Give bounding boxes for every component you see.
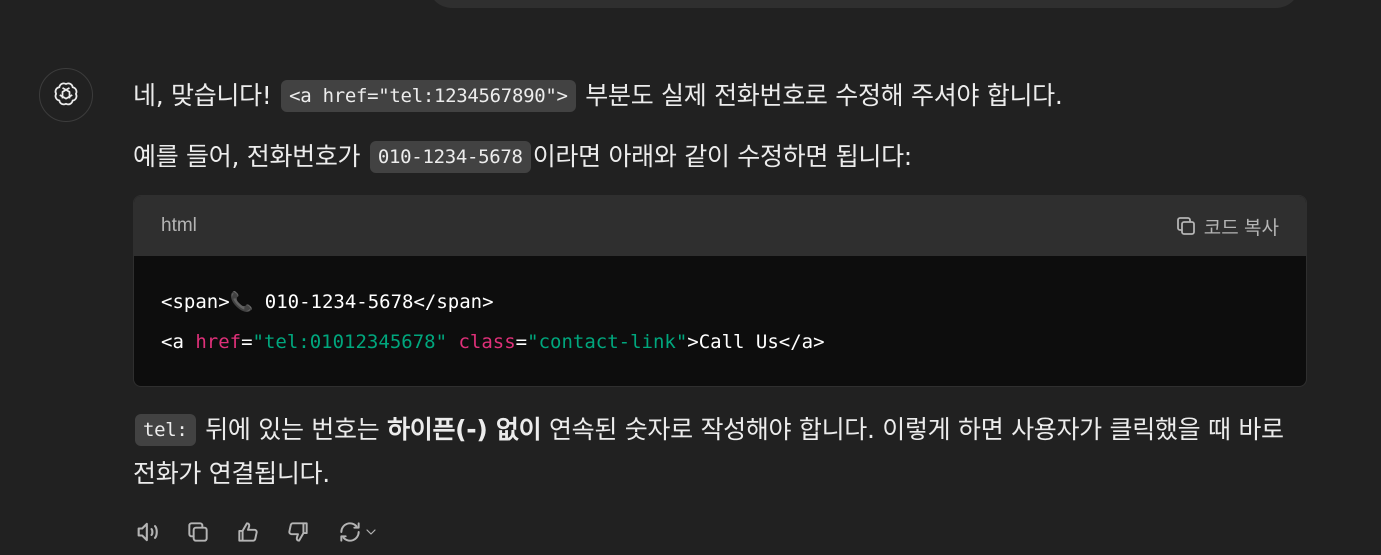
copy-code-button[interactable]: 코드 복사 xyxy=(1174,213,1279,240)
thumbs-up-icon xyxy=(238,522,258,542)
p1-prefix: 네, 맞습니다! xyxy=(133,81,280,110)
code-block-header: html 코드 복사 xyxy=(134,196,1306,256)
code-block: html 코드 복사 <span>📞 010-1234-5678</span> <… xyxy=(133,195,1307,387)
code-language-label: html xyxy=(161,215,197,236)
telephone-emoji: 📞 xyxy=(229,291,254,313)
copy-icon xyxy=(188,522,208,542)
chat-input-remnant xyxy=(428,0,1300,8)
inline-code-anchor: <a href="tel:1234567890"> xyxy=(281,80,576,112)
message-paragraph-3: tel: 뒤에 있는 번호는 하이픈(-) 없이 연속된 숫자로 작성해야 합니… xyxy=(133,408,1313,496)
inline-code-tel: tel: xyxy=(135,414,196,446)
openai-logo-icon xyxy=(54,82,78,106)
code-token-tag: <a xyxy=(161,331,196,353)
code-line-2: <a href="tel:01012345678" class="contact… xyxy=(161,322,1279,362)
copy-message-button[interactable] xyxy=(183,517,213,547)
regenerate-button[interactable] xyxy=(333,517,383,547)
code-line-1: <span>📞 010-1234-5678</span> xyxy=(161,282,1279,322)
code-token-attr: href xyxy=(195,331,242,353)
p3-bold: 하이픈(-) 없이 xyxy=(387,415,542,444)
message-paragraph-1: 네, 맞습니다! <a href="tel:1234567890"> 부분도 실… xyxy=(133,80,1307,112)
code-token-eq: = xyxy=(241,331,253,353)
regenerate-icon xyxy=(340,522,360,542)
inline-code-phone: 010-1234-5678 xyxy=(369,141,531,173)
speaker-icon xyxy=(137,522,158,542)
code-body: <span>📞 010-1234-5678</span> <a href="tel… xyxy=(134,256,1306,362)
code-token-string: "contact-link" xyxy=(527,331,688,353)
p3-text-1: 뒤에 있는 번호는 xyxy=(197,415,388,444)
p2-suffix: 이라면 아래와 같이 수정하면 됩니다: xyxy=(532,142,913,171)
good-response-button[interactable] xyxy=(233,517,263,547)
p1-suffix: 부분도 실제 전화번호로 수정해 주셔야 합니다. xyxy=(577,81,1063,110)
chevron-down-icon xyxy=(366,529,376,535)
bad-response-button[interactable] xyxy=(283,517,313,547)
message-paragraph-2: 예를 들어, 전화번호가 010-1234-5678 이라면 아래와 같이 수정하… xyxy=(133,141,1307,173)
code-token-string: "tel:01012345678" xyxy=(252,331,448,353)
assistant-avatar xyxy=(39,68,93,122)
copy-icon xyxy=(1176,217,1195,235)
copy-code-label: 코드 복사 xyxy=(1203,217,1279,239)
message-actions xyxy=(133,517,383,547)
p2-prefix: 예를 들어, 전화번호가 xyxy=(133,142,368,171)
code-token-eq: = xyxy=(515,331,528,353)
read-aloud-button[interactable] xyxy=(133,517,163,547)
code-token-tag: <span> xyxy=(161,291,230,313)
code-token-tag: >Call Us</a> xyxy=(687,331,825,353)
thumbs-down-icon xyxy=(288,522,308,542)
code-token-attr: class xyxy=(458,331,516,353)
code-token-text: 010-1234-5678</span> xyxy=(253,291,494,313)
